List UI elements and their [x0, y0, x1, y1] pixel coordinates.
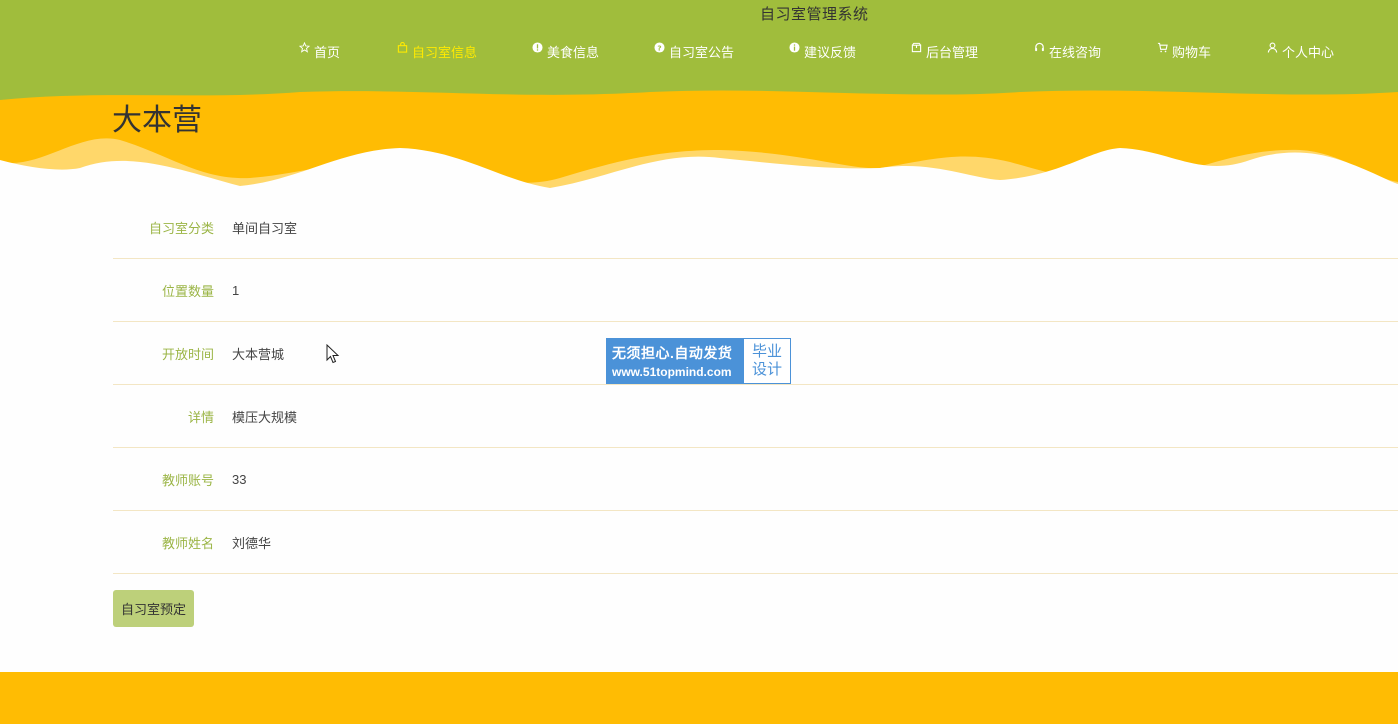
wave-background [0, 0, 1398, 190]
nav-item-feedback[interactable]: 建议反馈 [789, 42, 856, 61]
nav-item-label: 后台管理 [926, 45, 979, 60]
nav-item-label: 购物车 [1172, 45, 1212, 60]
watermark-line1: 无须担心.自动发货 [612, 345, 733, 361]
alert-circle-icon [532, 42, 543, 57]
watermark-badge: 无须担心.自动发货 www.51topmind.com 毕业 设计 [606, 338, 791, 384]
user-icon [1267, 42, 1278, 57]
bag-icon [397, 42, 408, 57]
nav-item-cart[interactable]: 购物车 [1157, 42, 1211, 61]
detail-label: 自习室分类 [148, 220, 214, 236]
nav-item-label: 首页 [314, 45, 341, 60]
site-title: 自习室管理系统 [760, 6, 869, 23]
main-nav: 首页 自习室信息 美食信息 ? 自习室公告 建议反馈 后台管理 在线咨询 购物车 [0, 42, 1398, 62]
nav-item-label: 建议反馈 [804, 45, 857, 60]
detail-label: 详情 [187, 409, 214, 425]
detail-label: 位置数量 [161, 283, 214, 299]
detail-label: 教师姓名 [161, 535, 214, 551]
header: 自习室管理系统 首页 自习室信息 美食信息 ? 自习室公告 建议反馈 后台管理 … [0, 0, 1398, 190]
nav-item-label: 自习室信息 [412, 45, 478, 60]
detail-value: 刘德华 [232, 535, 272, 551]
nav-item-admin[interactable]: 后台管理 [911, 42, 978, 61]
detail-row-seats: 位置数量 1 [113, 259, 1398, 322]
nav-item-announcements[interactable]: ? 自习室公告 [654, 42, 734, 61]
watermark-line2: www.51topmind.com [612, 365, 732, 379]
detail-row-teacher-name: 教师姓名 刘德华 [113, 511, 1398, 574]
headset-icon [1034, 42, 1045, 57]
mouse-pointer-icon [326, 343, 340, 369]
nav-item-label: 个人中心 [1282, 45, 1335, 60]
nav-item-food[interactable]: 美食信息 [532, 42, 599, 61]
page-title: 大本营 [112, 104, 202, 137]
detail-row-description: 详情 模压大规模 [113, 385, 1398, 448]
detail-value: 33 [232, 471, 247, 487]
box-icon [911, 42, 922, 57]
svg-text:?: ? [657, 43, 661, 52]
detail-row-teacher-account: 教师账号 33 [113, 448, 1398, 511]
nav-item-room-info[interactable]: 自习室信息 [397, 42, 477, 61]
detail-value: 大本营城 [232, 346, 285, 362]
detail-row-category: 自习室分类 单间自习室 [113, 196, 1398, 259]
question-circle-icon: ? [654, 42, 665, 57]
detail-value: 单间自习室 [232, 220, 298, 236]
cart-icon [1157, 42, 1168, 57]
footer-band [0, 672, 1398, 724]
nav-item-label: 美食信息 [547, 45, 600, 60]
nav-item-label: 自习室公告 [669, 45, 735, 60]
detail-list: 自习室分类 单间自习室 位置数量 1 开放时间 大本营城 详情 模压大规模 教师… [113, 196, 1398, 574]
book-room-button[interactable]: 自习室预定 [113, 590, 194, 627]
detail-label: 教师账号 [161, 472, 214, 488]
nav-item-consult[interactable]: 在线咨询 [1034, 42, 1101, 61]
detail-value: 模压大规模 [232, 409, 298, 425]
watermark-side1: 毕业 [751, 343, 782, 360]
star-icon [299, 42, 310, 57]
detail-value: 1 [232, 282, 240, 298]
watermark-main: 无须担心.自动发货 www.51topmind.com [607, 339, 744, 383]
info-circle-icon [789, 42, 800, 57]
detail-label: 开放时间 [161, 346, 214, 362]
watermark-side2: 设计 [751, 361, 782, 378]
watermark-side: 毕业 设计 [744, 339, 790, 383]
nav-item-label: 在线咨询 [1049, 45, 1102, 60]
nav-item-home[interactable]: 首页 [299, 42, 340, 61]
nav-item-profile[interactable]: 个人中心 [1267, 42, 1334, 61]
